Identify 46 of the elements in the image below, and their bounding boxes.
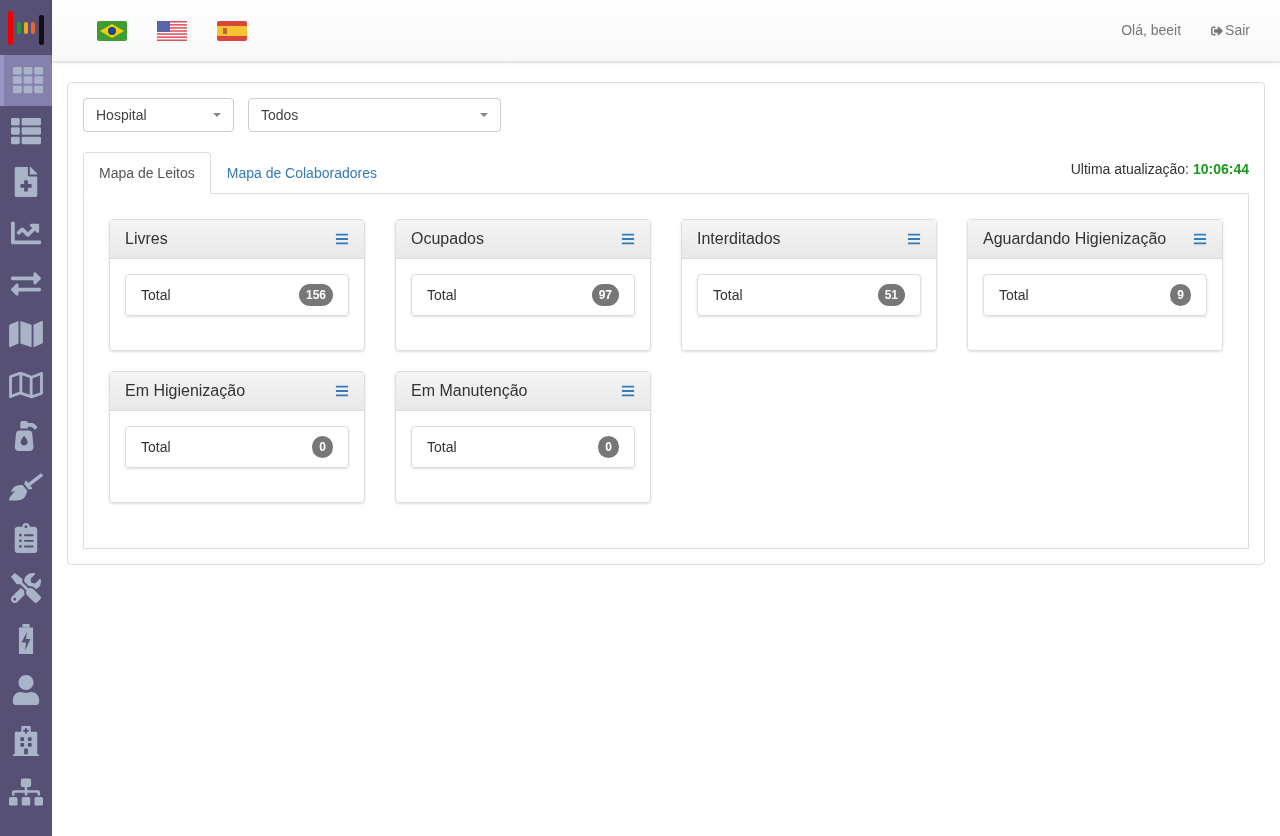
card-title: Aguardando Higienização [983,229,1167,249]
total-label: Total [141,437,171,457]
card-title: Em Higienização [125,381,246,401]
select-field[interactable]: Hospital [83,98,234,132]
total-label: Total [427,437,457,457]
flag-icon[interactable] [97,20,127,41]
list-icon [9,116,43,147]
count-badge: 0 [598,436,619,458]
total-label: Total [999,285,1029,305]
map-outline-icon [9,370,43,401]
count-badge: 156 [298,284,333,306]
flag-icon[interactable] [157,20,187,41]
map-icon [9,319,43,350]
last-update-time: 10:06:44 [1192,160,1249,179]
menu-icon[interactable] [1193,232,1207,246]
select-field[interactable]: Todos [248,98,501,132]
sitemap-icon [9,776,43,807]
count-badge: 0 [312,436,333,458]
last-update-label: Ultima atualização: [1070,160,1189,179]
broom-icon [9,471,43,502]
card-title: Ocupados [411,229,484,249]
card-title: Em Manutenção [411,381,528,401]
total-label: Total [713,285,743,305]
caret-icon [213,113,221,117]
menu-icon[interactable] [907,232,921,246]
tools-icon [9,573,43,604]
card-title: Interditados [697,229,781,249]
total-label: Total [427,285,457,305]
count-badge: 97 [591,284,619,306]
menu-icon[interactable] [335,384,349,398]
menu-icon[interactable] [621,384,635,398]
flag-icon[interactable] [217,20,247,41]
menu-icon[interactable] [335,232,349,246]
caret-icon [480,113,488,117]
logo-icon [6,10,46,45]
menu-icon[interactable] [621,232,635,246]
total-label: Total [141,285,171,305]
logout-link[interactable]: Sair [1211,20,1250,41]
grid-icon [11,65,45,96]
count-badge: 51 [877,284,905,306]
logout-icon [1211,24,1224,37]
count-badge: 9 [1170,284,1191,306]
user-greeting: Olá, beeit [1121,21,1182,40]
card-title: Livres [125,229,168,249]
tab[interactable]: Mapa de Colaboradores [210,152,393,194]
tab[interactable]: Mapa de Leitos [83,152,211,194]
